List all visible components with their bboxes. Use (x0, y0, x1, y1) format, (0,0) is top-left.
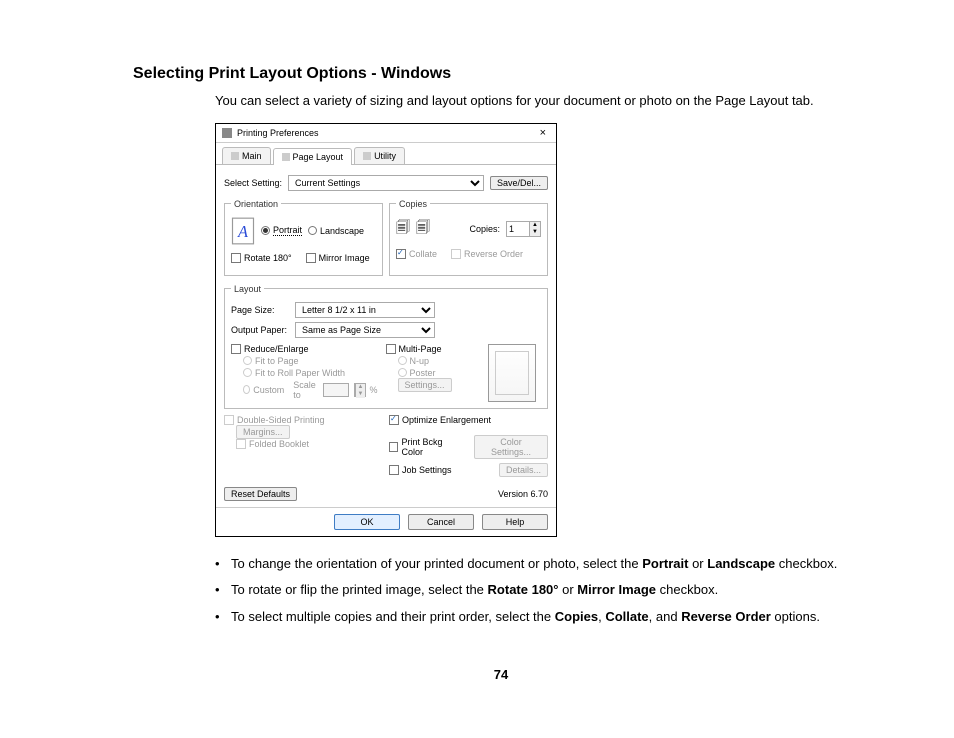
optimize-enlargement-checkbox[interactable]: Optimize Enlargement (389, 415, 548, 425)
chevron-down-icon[interactable]: ▼ (530, 229, 540, 236)
collate-checkbox[interactable]: Collate (396, 249, 437, 259)
ok-button[interactable]: OK (334, 514, 400, 530)
tab-page-layout[interactable]: Page Layout (273, 148, 353, 165)
orientation-group: Orientation A Portrait Landscape Rotate … (224, 199, 383, 276)
orientation-legend: Orientation (231, 199, 281, 209)
tab-utility[interactable]: Utility (354, 147, 405, 164)
chevron-up-icon[interactable]: ▲ (530, 222, 540, 229)
layout-group: Layout Page Size: Letter 8 1/2 x 11 in O… (224, 284, 548, 409)
wrench-icon (363, 152, 371, 160)
list-item: To select multiple copies and their prin… (215, 608, 869, 627)
landscape-radio[interactable]: Landscape (308, 226, 364, 236)
tab-label: Utility (374, 151, 396, 161)
collate-pages-icon: 🗐 (416, 217, 430, 241)
n-up-radio[interactable]: N-up (398, 356, 476, 366)
instruction-list: To change the orientation of your printe… (215, 555, 869, 628)
version-label: Version 6.70 (498, 489, 548, 499)
collate-pages-icon: 🗐 (396, 217, 410, 241)
double-sided-checkbox[interactable]: Double-Sided Printing (224, 415, 383, 425)
page-heading: Selecting Print Layout Options - Windows (133, 65, 869, 83)
multi-page-checkbox[interactable]: Multi-Page (386, 344, 476, 354)
poster-radio[interactable]: Poster (398, 368, 476, 378)
mirror-image-checkbox[interactable]: Mirror Image (306, 253, 370, 263)
job-settings-checkbox[interactable]: Job Settings (389, 465, 452, 475)
reset-defaults-button[interactable]: Reset Defaults (224, 487, 297, 501)
help-button[interactable]: Help (482, 514, 548, 530)
details-button[interactable]: Details... (499, 463, 548, 477)
printer-icon (222, 128, 232, 138)
tab-label: Main (242, 151, 262, 161)
folded-booklet-checkbox[interactable]: Folded Booklet (236, 439, 383, 449)
rotate-180-checkbox[interactable]: Rotate 180° (231, 253, 292, 263)
scale-spinner[interactable]: ▲▼ (354, 383, 367, 397)
layout-legend: Layout (231, 284, 264, 294)
select-setting-dropdown[interactable]: Current Settings (288, 175, 484, 191)
save-del-button[interactable]: Save/Del... (490, 176, 548, 190)
svg-text:A: A (237, 221, 249, 240)
printer-icon (231, 152, 239, 160)
print-bckg-color-checkbox[interactable]: Print Bckg Color (389, 437, 462, 457)
list-item: To rotate or flip the printed image, sel… (215, 581, 869, 600)
page-size-dropdown[interactable]: Letter 8 1/2 x 11 in (295, 302, 435, 318)
custom-scale-radio[interactable]: Custom Scale to ▲▼ % (243, 380, 378, 400)
cancel-button[interactable]: Cancel (408, 514, 474, 530)
output-paper-label: Output Paper: (231, 325, 289, 335)
printing-preferences-dialog: Printing Preferences × Main Page Layout … (215, 123, 557, 537)
tab-label: Page Layout (293, 152, 344, 162)
fit-to-roll-radio[interactable]: Fit to Roll Paper Width (243, 368, 378, 378)
margins-button[interactable]: Margins... (236, 425, 290, 439)
page-size-label: Page Size: (231, 305, 289, 315)
page-number: 74 (133, 667, 869, 682)
output-paper-dropdown[interactable]: Same as Page Size (295, 322, 435, 338)
portrait-radio[interactable]: Portrait (261, 225, 302, 236)
page-preview-icon (488, 344, 536, 402)
copies-spinner[interactable]: ▲▼ (506, 221, 541, 237)
multipage-settings-button[interactable]: Settings... (398, 378, 452, 392)
copies-label: Copies: (470, 224, 501, 234)
tab-main[interactable]: Main (222, 147, 271, 164)
page-icon (282, 153, 290, 161)
dialog-title: Printing Preferences (237, 128, 536, 138)
copies-group: Copies 🗐 🗐 Copies: ▲▼ Col (389, 199, 548, 276)
letter-a-icon: A (231, 217, 255, 245)
select-setting-label: Select Setting: (224, 178, 282, 188)
color-settings-button[interactable]: Color Settings... (474, 435, 548, 459)
copies-legend: Copies (396, 199, 430, 209)
list-item: To change the orientation of your printe… (215, 555, 869, 574)
reduce-enlarge-checkbox[interactable]: Reduce/Enlarge (231, 344, 378, 354)
scale-input[interactable] (323, 383, 349, 397)
close-icon[interactable]: × (536, 127, 550, 139)
intro-text: You can select a variety of sizing and l… (215, 91, 869, 111)
reverse-order-checkbox[interactable]: Reverse Order (451, 249, 523, 259)
fit-to-page-radio[interactable]: Fit to Page (243, 356, 378, 366)
